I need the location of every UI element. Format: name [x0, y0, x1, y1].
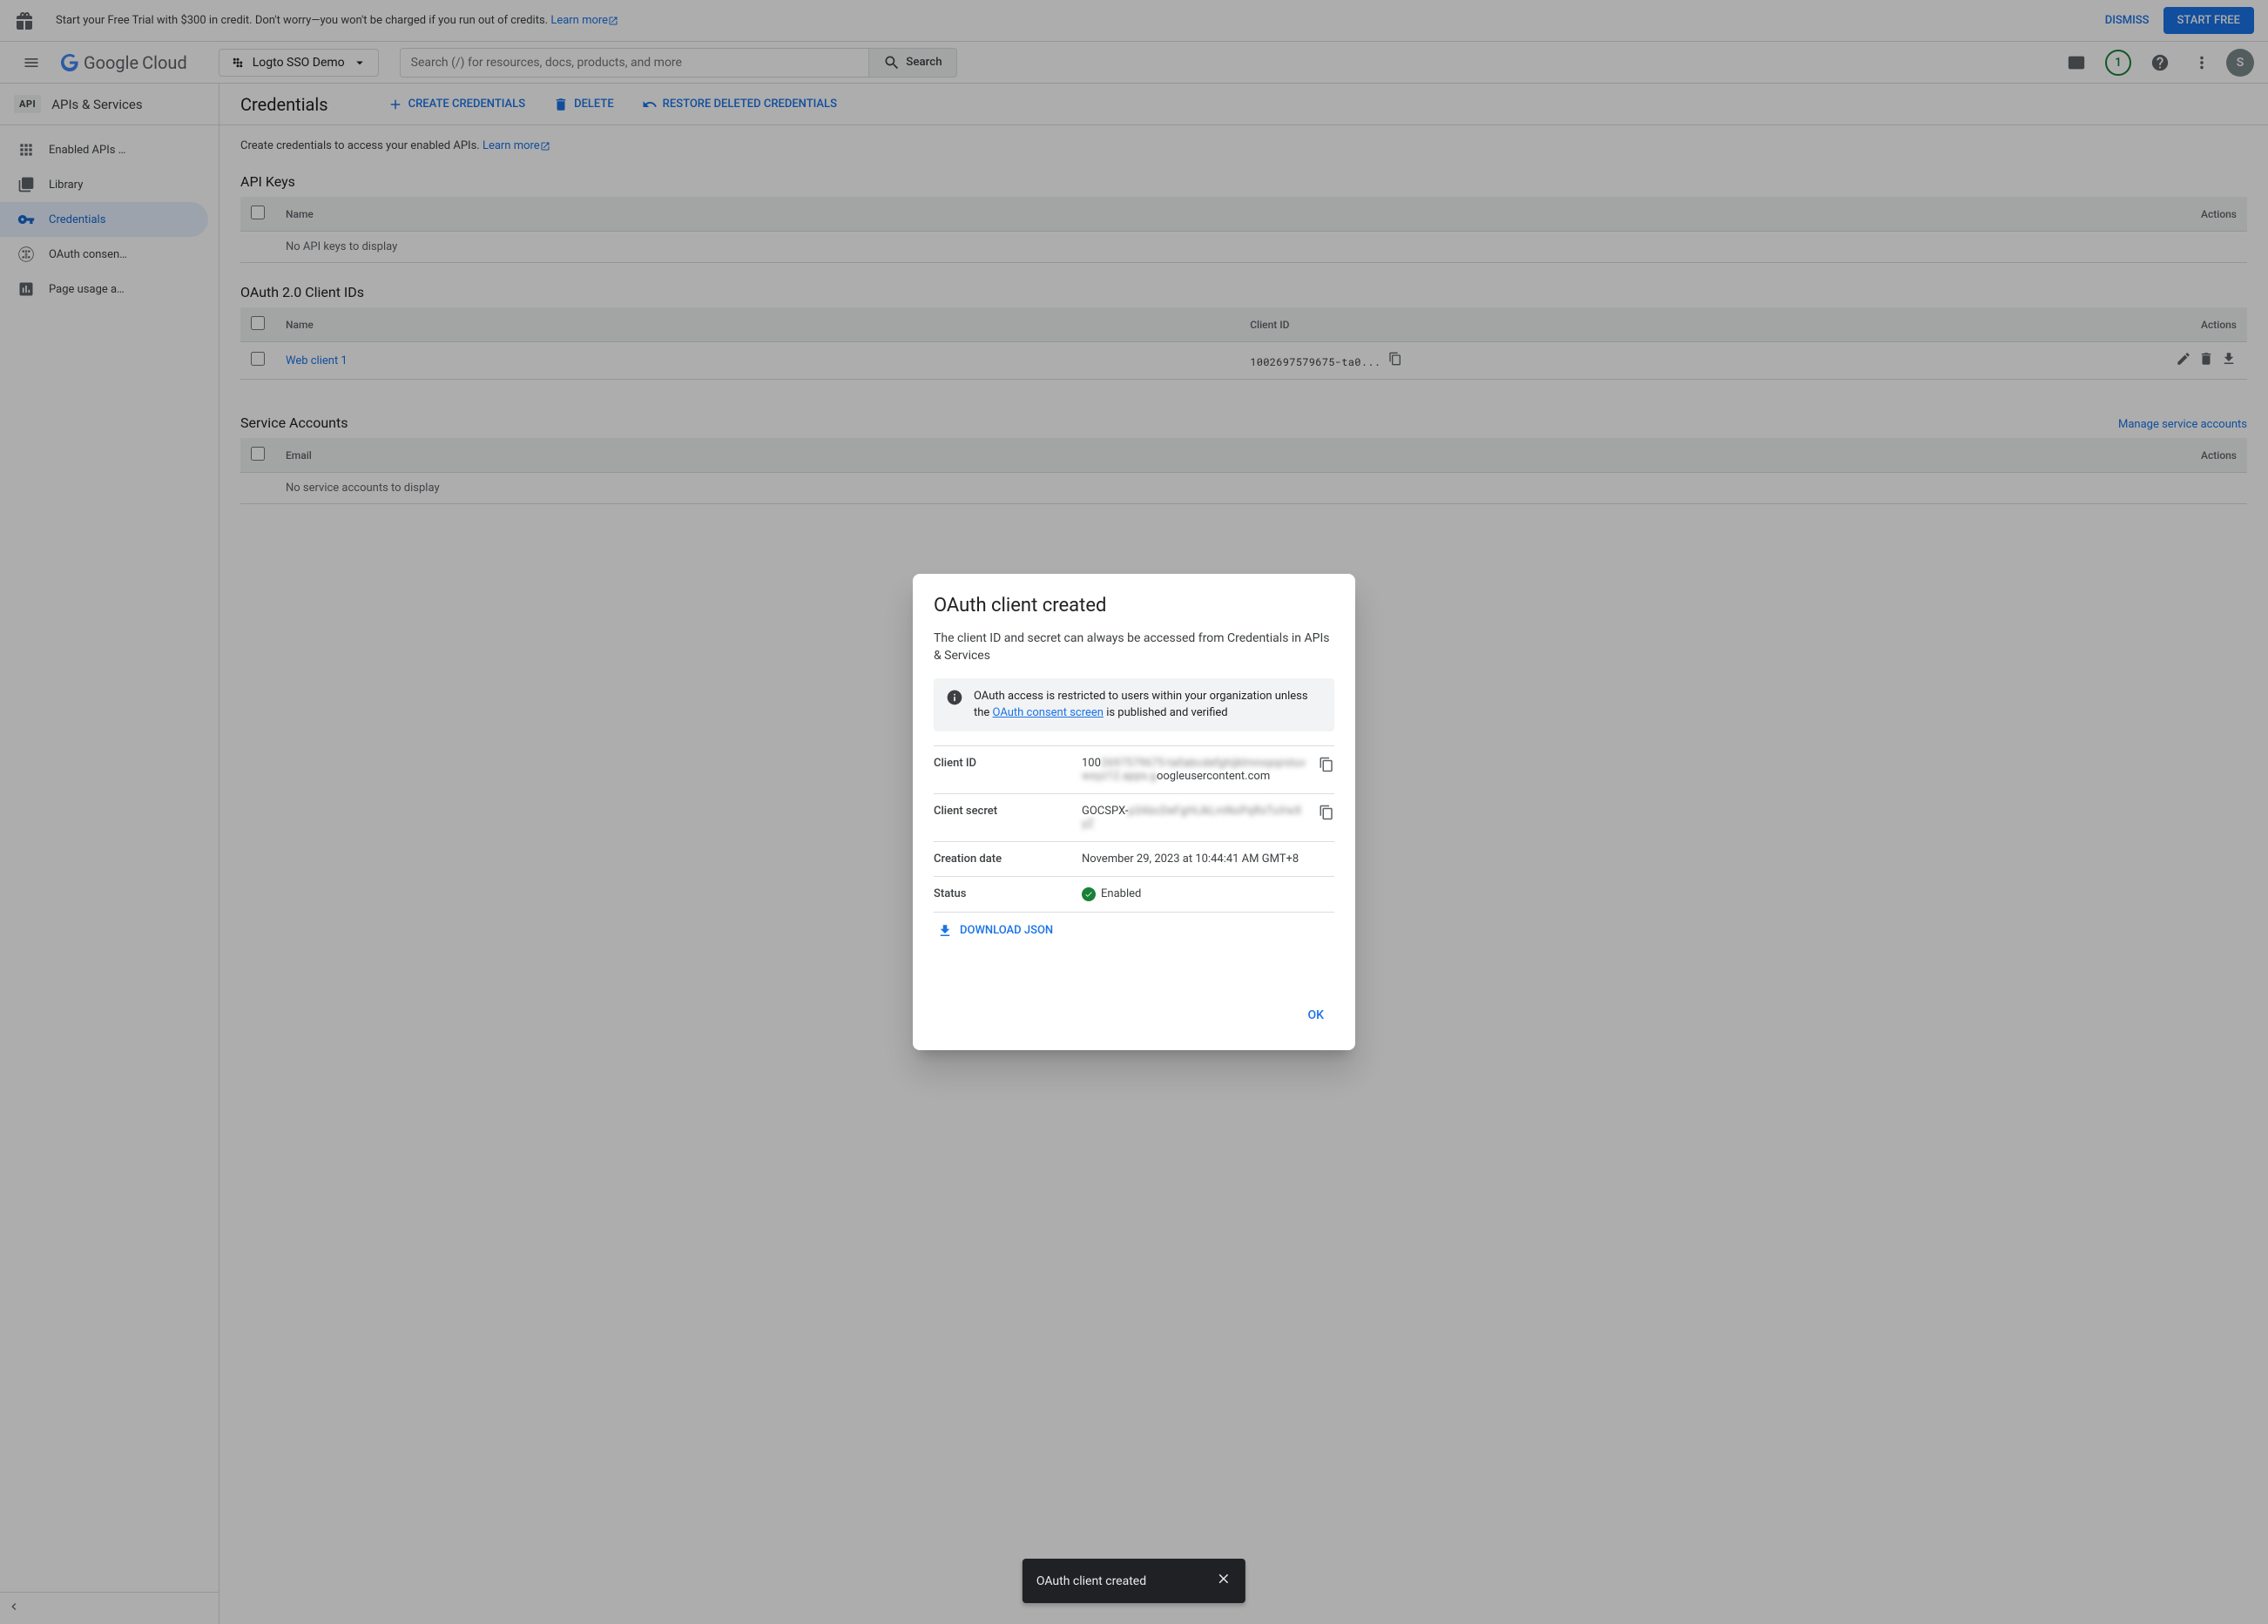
oauth-created-modal: OAuth client created The client ID and s… [913, 574, 1355, 1050]
client-secret-prefix: GOCSPX- [1082, 805, 1128, 818]
copy-client-id-icon[interactable] [1319, 757, 1334, 776]
status-value: Enabled [1101, 887, 1141, 900]
info-text: OAuth access is restricted to users with… [974, 689, 1322, 720]
client-secret-row: Client secret GOCSPX-p3AbcDeFgHiJkLmNoPq… [934, 793, 1334, 841]
creation-date-value: November 29, 2023 at 10:44:41 AM GMT+8 [1082, 852, 1334, 866]
modal-footer: OK [934, 1001, 1334, 1029]
status-row: Status Enabled [934, 876, 1334, 912]
toast-close-icon[interactable] [1216, 1571, 1232, 1591]
check-icon [1082, 887, 1096, 901]
modal-scrim[interactable]: OAuth client created The client ID and s… [0, 0, 2268, 1624]
ok-button[interactable]: OK [1298, 1001, 1335, 1029]
client-id-label: Client ID [934, 757, 1082, 770]
modal-title: OAuth client created [934, 595, 1334, 617]
client-secret-label: Client secret [934, 805, 1082, 818]
creation-date-label: Creation date [934, 852, 1082, 866]
client-secret-value-wrap: GOCSPX-p3AbcDeFgHiJkLmNoPqRsTuVwXyZ [1082, 805, 1334, 831]
toast-message: OAuth client created [1036, 1574, 1146, 1588]
client-id-row: Client ID 1002697579675-ta0abcdefghijklm… [934, 745, 1334, 793]
modal-description: The client ID and secret can always be a… [934, 630, 1334, 664]
client-id-text: 1002697579675-ta0abcdefghijklmnopqrstuvw… [1082, 757, 1306, 783]
status-value-wrap: Enabled [1082, 887, 1141, 901]
copy-client-secret-icon[interactable] [1319, 805, 1334, 824]
client-id-value-wrap: 1002697579675-ta0abcdefghijklmnopqrstuvw… [1082, 757, 1334, 783]
client-secret-text: GOCSPX-p3AbcDeFgHiJkLmNoPqRsTuVwXyZ [1082, 805, 1306, 831]
client-id-prefix: 100 [1082, 757, 1101, 770]
download-icon [937, 923, 953, 939]
client-id-suffix: oogleusercontent.com [1157, 770, 1270, 783]
creation-date-row: Creation date November 29, 2023 at 10:44… [934, 841, 1334, 876]
oauth-consent-screen-link[interactable]: OAuth consent screen [993, 706, 1104, 719]
info-suffix: is published and verified [1104, 706, 1228, 719]
download-json-label: DOWNLOAD JSON [960, 924, 1053, 937]
toast: OAuth client created [1023, 1559, 1245, 1603]
status-label: Status [934, 887, 1082, 900]
info-box: OAuth access is restricted to users with… [934, 678, 1334, 731]
download-json-button[interactable]: DOWNLOAD JSON [934, 912, 1334, 949]
info-icon [946, 689, 963, 706]
